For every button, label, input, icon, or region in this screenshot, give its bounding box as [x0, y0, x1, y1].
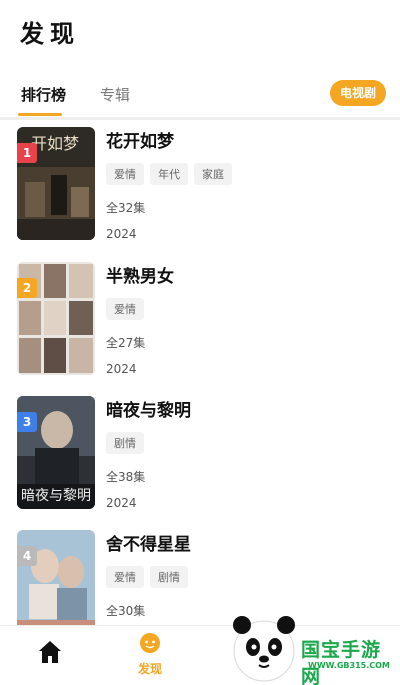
episode-count: 全27集 — [106, 336, 146, 350]
tag: 爱情 — [106, 163, 144, 185]
list-item[interactable]: 开如梦 1 花开如梦 爱情 年代 家庭 全32集 2024 — [0, 127, 400, 242]
tv-series-filter-button[interactable]: 电视剧 — [330, 80, 386, 106]
watermark-brand: 国宝手游网 — [301, 639, 382, 685]
rank-badge: 4 — [17, 546, 37, 566]
tag: 爱情 — [106, 298, 144, 320]
rank-badge: 2 — [17, 278, 37, 298]
tab-bar-top: 排行榜 专辑 电视剧 — [0, 80, 400, 120]
list-item[interactable]: 暗夜与黎明 3 暗夜与黎明 剧情 全38集 2024 — [0, 396, 400, 511]
release-year: 2024 — [106, 362, 137, 376]
rank-badge: 1 — [17, 143, 37, 163]
page-title: 发现 — [20, 20, 80, 48]
list-item[interactable]: 2 半熟男女 爱情 全27集 2024 — [0, 262, 400, 377]
discover-icon — [140, 633, 160, 653]
active-tab-indicator — [18, 113, 62, 116]
tag: 爱情 — [106, 566, 144, 588]
poster-title-text: 暗夜与黎明 — [21, 488, 91, 504]
tag-list: 爱情 年代 家庭 — [106, 163, 232, 185]
item-title[interactable]: 暗夜与黎明 — [106, 396, 191, 421]
home-icon[interactable] — [37, 639, 63, 665]
episode-count: 全30集 — [106, 604, 146, 618]
divider — [0, 117, 400, 120]
tag: 剧情 — [106, 432, 144, 454]
tag: 年代 — [150, 163, 188, 185]
release-year: 2024 — [106, 227, 137, 241]
watermark-url: WWW.GB315.COM — [308, 661, 390, 670]
rank-badge: 3 — [17, 412, 37, 432]
tag: 家庭 — [194, 163, 232, 185]
tab-ranking[interactable]: 排行榜 — [21, 84, 66, 105]
watermark-logo: 国宝手游网 WWW.GB315.COM — [226, 605, 400, 685]
tag: 剧情 — [150, 566, 188, 588]
episode-count: 全38集 — [106, 470, 146, 484]
tab-discover[interactable]: 发现 — [130, 632, 170, 682]
tag-list: 爱情 — [106, 298, 144, 320]
item-title[interactable]: 半熟男女 — [106, 262, 174, 287]
item-title[interactable]: 花开如梦 — [106, 127, 174, 152]
tab-discover-label: 发现 — [137, 662, 162, 676]
episode-count: 全32集 — [106, 201, 146, 215]
item-title[interactable]: 舍不得星星 — [106, 530, 191, 555]
tag-list: 爱情 剧情 — [106, 566, 188, 588]
tab-album[interactable]: 专辑 — [100, 84, 130, 105]
release-year: 2024 — [106, 496, 137, 510]
poster-title-text: 开如梦 — [31, 134, 79, 153]
tag-list: 剧情 — [106, 432, 144, 454]
